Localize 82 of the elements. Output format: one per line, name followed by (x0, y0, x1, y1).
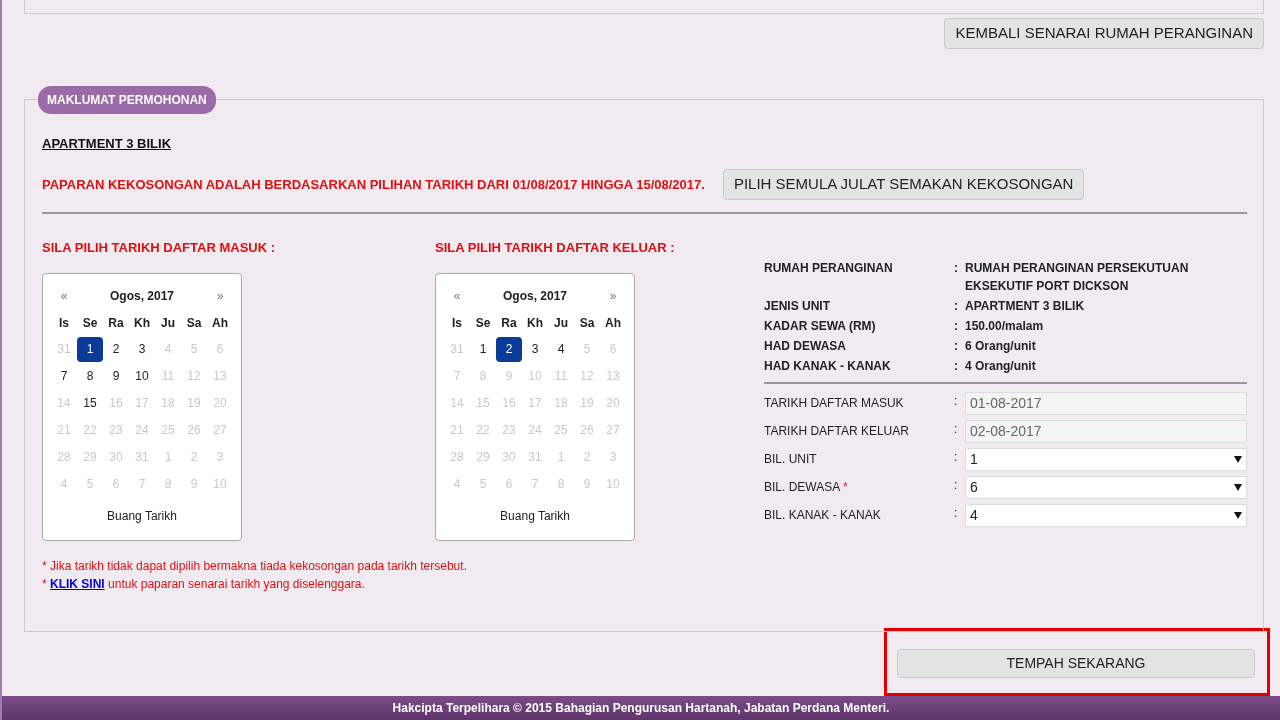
weekday-label: Ah (212, 315, 228, 330)
field-label: BIL. UNIT (764, 451, 817, 466)
summary-label: JENIS UNIT (764, 298, 830, 313)
availability-notice: PAPARAN KEKOSONGAN ADALAH BERDASARKAN PILIHAN TARIKH DARI 01/08/2017 HINGGA 15/08/2017. (42, 175, 705, 194)
note-text: Jika tarikh tidak dapat dipilih bermakna tiada kekosongan pada tarikh tersebut. (50, 559, 467, 573)
required-asterisk: * (842, 479, 848, 494)
calendar-day[interactable]: 15 (77, 391, 103, 416)
calendar-day[interactable]: 2 (496, 337, 523, 362)
klik-sini-link[interactable]: KLIK SINI (50, 577, 105, 591)
field-label: BIL. DEWASA (764, 479, 840, 494)
field-label: TARIKH DAFTAR MASUK (764, 395, 904, 410)
weekday-label: Kh (134, 315, 150, 330)
weekday-label: Is (59, 315, 69, 330)
colon: : (954, 449, 958, 464)
colon: : (954, 421, 958, 436)
weekday-label: Ra (501, 315, 517, 330)
asterisk: * (42, 559, 47, 573)
colon: : (954, 505, 958, 520)
back-button[interactable]: KEMBALI SENARAI RUMAH PERANGINAN (944, 18, 1264, 49)
clear-date-button[interactable]: Buang Tarikh (107, 509, 177, 523)
reselect-range-button[interactable]: PILIH SEMULA JULAT SEMAKAN KEKOSONGAN (722, 169, 1085, 200)
select-field[interactable]: 4 (965, 503, 1247, 527)
summary-label: HAD DEWASA (764, 338, 846, 353)
calendar-day[interactable]: 9 (103, 364, 129, 389)
calendar-day[interactable]: 1 (470, 337, 497, 362)
month-title: Ogos, 2017 (110, 288, 174, 303)
dropdown-arrow-icon (1234, 511, 1242, 519)
colon: : (954, 338, 958, 353)
colon: : (954, 260, 958, 275)
summary-value: 150.00/malam (965, 318, 1044, 333)
colon: : (954, 298, 958, 313)
dropdown-arrow-icon (1234, 455, 1242, 463)
dropdown-arrow-icon (1234, 483, 1242, 491)
weekday-label: Is (452, 315, 463, 330)
date-field[interactable]: 02-08-2017 (965, 419, 1247, 443)
summary-label: HAD KANAK - KANAK (764, 358, 891, 373)
summary-value: RUMAH PERANGINAN PERSEKUTUAN EKSEKUTIF PORT DICKSON (965, 260, 1189, 293)
previous-month-button[interactable]: « (60, 288, 68, 303)
book-now-button[interactable]: TEMPAH SEKARANG (897, 648, 1255, 678)
note-text: untuk paparan senarai tarikh yang diselenggara. (108, 577, 365, 591)
weekday-label: Se (82, 315, 98, 330)
field-label: BIL. KANAK - KANAK (764, 507, 881, 522)
weekday-label: Sa (579, 315, 595, 330)
field-label: TARIKH DAFTAR KELUAR (764, 423, 909, 438)
weekday-label: Ju (161, 315, 175, 330)
calendar-day[interactable]: 3 (129, 337, 155, 362)
summary-value: 6 Orang/unit (965, 338, 1036, 353)
calendar-day[interactable]: 10 (129, 364, 155, 389)
copyright-footer: Hakcipta Terpelihara © 2015 Bahagian Pengurusan Hartanah, Jabatan Perdana Menteri. (2, 696, 1280, 720)
weekday-label: Ju (554, 315, 569, 330)
previous-month-button[interactable]: « (453, 288, 461, 303)
date-field[interactable]: 01-08-2017 (965, 391, 1247, 415)
summary-label: KADAR SEWA (RM) (764, 318, 876, 333)
select-field[interactable]: 6 (965, 475, 1247, 499)
colon: : (954, 477, 958, 492)
weekday-label: Se (475, 315, 491, 330)
clear-date-button[interactable]: Buang Tarikh (500, 509, 570, 523)
weekday-label: Kh (527, 315, 544, 330)
calendar-heading: SILA PILIH TARIKH DAFTAR MASUK : (42, 238, 276, 257)
calendar-day[interactable]: 3 (522, 337, 549, 362)
select-field[interactable]: 1 (965, 447, 1247, 471)
calendar-day[interactable]: 8 (77, 364, 103, 389)
weekday-label: Ra (108, 315, 124, 330)
calendar-day[interactable]: 2 (103, 337, 129, 362)
unit-title: APARTMENT 3 BILIK (42, 135, 172, 151)
colon: : (954, 358, 958, 373)
calendar-day[interactable]: 4 (548, 337, 575, 362)
asterisk: * (42, 577, 47, 591)
next-month-button[interactable]: » (216, 288, 224, 303)
next-month-button[interactable]: » (609, 288, 617, 303)
section-legend: MAKLUMAT PERMOHONAN (38, 85, 216, 114)
colon: : (954, 393, 958, 408)
summary-value: APARTMENT 3 BILIK (965, 298, 1085, 313)
colon: : (954, 318, 958, 333)
summary-value: 4 Orang/unit (965, 358, 1036, 373)
calendar-day[interactable]: 1 (77, 337, 103, 362)
calendar-heading: SILA PILIH TARIKH DAFTAR KELUAR : (435, 238, 675, 257)
weekday-label: Sa (186, 315, 202, 330)
month-title: Ogos, 2017 (503, 288, 568, 303)
weekday-label: Ah (605, 315, 622, 330)
calendar-day[interactable]: 7 (51, 364, 77, 389)
summary-label: RUMAH PERANGINAN (764, 260, 893, 275)
